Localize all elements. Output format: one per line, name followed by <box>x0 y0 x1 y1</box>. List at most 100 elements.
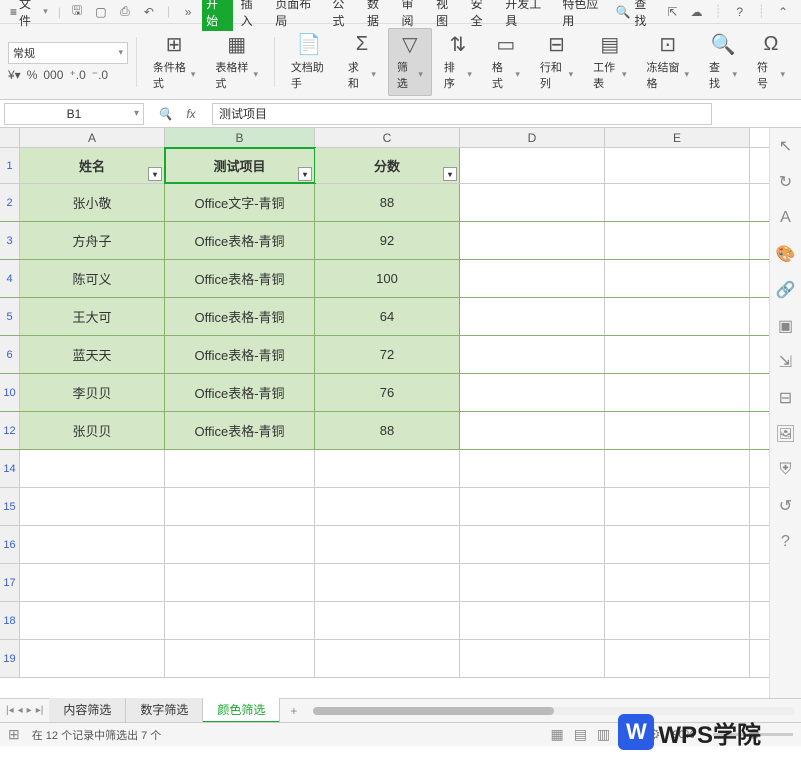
cell[interactable] <box>165 488 315 525</box>
collapse-ribbon-icon[interactable]: ⌃ <box>775 4 791 20</box>
cell[interactable] <box>165 564 315 601</box>
cell[interactable] <box>605 640 750 677</box>
sheet-tab[interactable]: 内容筛选 <box>49 698 126 723</box>
spreadsheet-grid[interactable]: ABCDE 1姓名▾测试项目▾分数▾2张小敬Office文字-青铜883方舟子O… <box>0 128 769 698</box>
cell[interactable]: 张小敬 <box>20 184 165 221</box>
table-style-button[interactable]: ▦ 表格样式▾ <box>207 29 266 95</box>
share-icon[interactable]: ⇱ <box>665 4 681 20</box>
cell[interactable] <box>165 640 315 677</box>
number-format-combo[interactable]: 常规 ▾ <box>8 42 128 64</box>
cell[interactable]: 陈可义 <box>20 260 165 297</box>
ribbon-tab-9[interactable]: 特色应用 <box>558 0 611 31</box>
row-header[interactable]: 18 <box>0 602 20 639</box>
screenshot-icon[interactable]: ▣ <box>776 316 796 336</box>
cell[interactable] <box>605 564 750 601</box>
currency-icon[interactable]: ¥▾ <box>8 68 21 82</box>
cell[interactable]: 姓名▾ <box>20 148 165 183</box>
cell[interactable] <box>605 148 750 183</box>
cell[interactable]: Office文字-青铜 <box>165 184 315 221</box>
cell[interactable] <box>460 450 605 487</box>
view-page-icon[interactable]: ▤ <box>574 726 587 743</box>
sync-icon[interactable]: ↻ <box>776 172 796 192</box>
ribbon-tab-5[interactable]: 审阅 <box>398 0 429 31</box>
cursor-icon[interactable]: ↖ <box>776 136 796 156</box>
cell[interactable] <box>460 298 605 335</box>
ribbon-tab-0[interactable]: 开始 <box>202 0 233 31</box>
row-header[interactable]: 3 <box>0 222 20 259</box>
column-header-D[interactable]: D <box>460 128 605 147</box>
image-icon[interactable]: 🖼 <box>776 424 796 444</box>
cell[interactable] <box>605 450 750 487</box>
cell[interactable] <box>605 374 750 411</box>
sheet-nav-last-icon[interactable]: ▸| <box>36 705 44 716</box>
cell[interactable] <box>20 602 165 639</box>
cell[interactable] <box>165 526 315 563</box>
cell[interactable]: 蓝天天 <box>20 336 165 373</box>
formula-input[interactable]: 测试项目 <box>212 103 712 125</box>
filter-dropdown-icon[interactable]: ▾ <box>298 167 312 181</box>
cell[interactable]: 64 <box>315 298 460 335</box>
cell[interactable]: 张贝贝 <box>20 412 165 449</box>
export-icon[interactable]: ⇲ <box>776 352 796 372</box>
freeze-panes-button[interactable]: ⊡ 冻结窗格▾ <box>638 29 697 95</box>
cell[interactable] <box>605 526 750 563</box>
cell[interactable]: Office表格-青铜 <box>165 336 315 373</box>
cell[interactable] <box>460 564 605 601</box>
cell[interactable] <box>165 602 315 639</box>
cell[interactable] <box>460 374 605 411</box>
cell[interactable]: 方舟子 <box>20 222 165 259</box>
save-icon[interactable]: 🖫 <box>69 4 85 20</box>
print-preview-icon[interactable]: ▢ <box>93 4 109 20</box>
cell[interactable]: 王大可 <box>20 298 165 335</box>
view-normal-icon[interactable]: ▦ <box>550 726 563 743</box>
cell[interactable] <box>20 564 165 601</box>
cell[interactable] <box>605 260 750 297</box>
cell[interactable] <box>165 450 315 487</box>
cell[interactable]: 李贝贝 <box>20 374 165 411</box>
cell[interactable] <box>460 148 605 183</box>
decrease-decimal-icon[interactable]: ⁻.0 <box>92 68 108 82</box>
increase-decimal-icon[interactable]: ⁺.0 <box>69 68 85 82</box>
cell[interactable] <box>460 412 605 449</box>
column-header-B[interactable]: B <box>165 128 315 147</box>
cell[interactable] <box>20 450 165 487</box>
cell[interactable] <box>315 488 460 525</box>
text-a-icon[interactable]: A <box>776 208 796 228</box>
cell[interactable] <box>460 640 605 677</box>
cell[interactable] <box>315 450 460 487</box>
cell[interactable] <box>605 488 750 525</box>
percent-icon[interactable]: % <box>27 68 38 82</box>
shield-icon[interactable]: ⛨ <box>776 460 796 480</box>
cell[interactable] <box>20 488 165 525</box>
sheet-nav-next-icon[interactable]: ▸ <box>27 705 32 716</box>
stats-icon[interactable]: ⊞ <box>8 726 20 743</box>
column-header-C[interactable]: C <box>315 128 460 147</box>
sheet-nav-first-icon[interactable]: |◂ <box>6 705 14 716</box>
sort-button[interactable]: ⇅ 排序▾ <box>436 29 480 95</box>
sheet-nav-prev-icon[interactable]: ◂ <box>18 705 23 716</box>
cell[interactable]: 100 <box>315 260 460 297</box>
column-header-A[interactable]: A <box>20 128 165 147</box>
column-header-E[interactable]: E <box>605 128 750 147</box>
row-header[interactable]: 16 <box>0 526 20 563</box>
row-header[interactable]: 4 <box>0 260 20 297</box>
chain-icon[interactable]: 🔗 <box>776 280 796 300</box>
cell[interactable] <box>605 602 750 639</box>
cell[interactable] <box>605 412 750 449</box>
cell[interactable] <box>20 640 165 677</box>
cell[interactable] <box>460 602 605 639</box>
save-cloud-icon[interactable]: ☁ <box>689 4 705 20</box>
cell[interactable] <box>460 222 605 259</box>
cell[interactable]: Office表格-青铜 <box>165 298 315 335</box>
ribbon-tab-2[interactable]: 页面布局 <box>271 0 324 31</box>
cell[interactable] <box>605 222 750 259</box>
cell[interactable] <box>460 488 605 525</box>
cell[interactable]: 88 <box>315 184 460 221</box>
conditional-format-button[interactable]: ⊞ 条件格式▾ <box>145 29 204 95</box>
comma-icon[interactable]: 000 <box>43 68 63 82</box>
rowcol-button[interactable]: ⊟ 行和列▾ <box>532 29 581 95</box>
add-sheet-button[interactable]: + <box>280 701 307 721</box>
cell[interactable]: 72 <box>315 336 460 373</box>
cell[interactable] <box>460 526 605 563</box>
history-icon[interactable]: ↺ <box>776 496 796 516</box>
